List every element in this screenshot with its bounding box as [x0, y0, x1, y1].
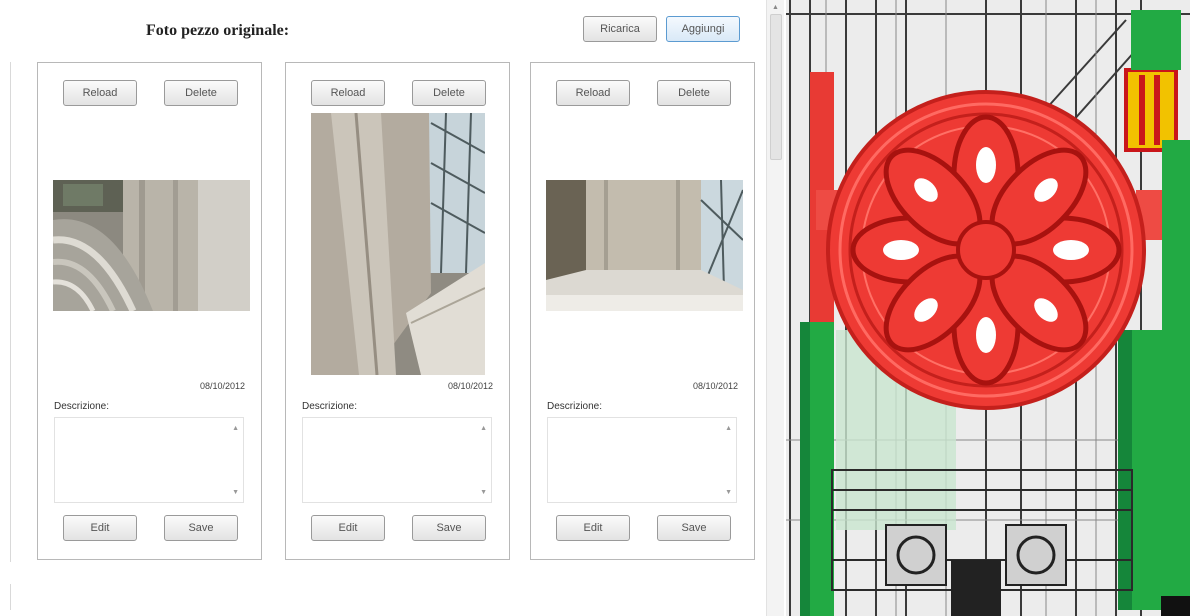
vertical-scrollbar[interactable]: ▲: [766, 0, 784, 616]
delete-button[interactable]: Delete: [657, 80, 731, 106]
photo-thumbnail[interactable]: [546, 180, 743, 311]
description-label: Descrizione:: [302, 401, 358, 412]
panel-left-rule: [10, 62, 11, 562]
photo-date: 08/10/2012: [692, 381, 738, 391]
scrollbar-thumb[interactable]: [770, 14, 782, 160]
photo-card-1: Reload Delete 08/10/2012 Descrizione: ▲ …: [37, 62, 262, 560]
photo-thumbnail[interactable]: [53, 180, 250, 311]
description-label: Descrizione:: [547, 401, 603, 412]
description-input[interactable]: [54, 417, 244, 503]
photo-date: 08/10/2012: [447, 381, 493, 391]
textarea-scroll-down-icon[interactable]: ▼: [480, 489, 487, 496]
textarea-scroll-up-icon[interactable]: ▲: [480, 425, 487, 432]
reload-button[interactable]: Reload: [63, 80, 137, 106]
textarea-scroll-down-icon[interactable]: ▼: [725, 489, 732, 496]
textarea-scroll-up-icon[interactable]: ▲: [232, 425, 239, 432]
description-input[interactable]: [547, 417, 737, 503]
refresh-button[interactable]: Ricarica: [583, 16, 657, 42]
description-input[interactable]: [302, 417, 492, 503]
delete-button[interactable]: Delete: [164, 80, 238, 106]
description-label: Descrizione:: [54, 401, 110, 412]
save-button[interactable]: Save: [412, 515, 486, 541]
scroll-up-icon[interactable]: ▲: [772, 4, 779, 11]
edit-button[interactable]: Edit: [311, 515, 385, 541]
delete-button[interactable]: Delete: [412, 80, 486, 106]
reload-button[interactable]: Reload: [556, 80, 630, 106]
edit-button[interactable]: Edit: [556, 515, 630, 541]
edit-button[interactable]: Edit: [63, 515, 137, 541]
textarea-scroll-up-icon[interactable]: ▲: [725, 425, 732, 432]
photo-thumbnail[interactable]: [311, 113, 485, 375]
photo-panel: Foto pezzo originale: Ricarica Aggiungi …: [0, 0, 760, 616]
photo-date: 08/10/2012: [199, 381, 245, 391]
textarea-scroll-down-icon[interactable]: ▼: [232, 489, 239, 496]
reload-button[interactable]: Reload: [311, 80, 385, 106]
photo-card-2: Reload Delete 08/10/2012 Descrizione: ▲ …: [285, 62, 510, 560]
panel-title: Foto pezzo originale:: [146, 22, 290, 39]
photo-card-3: Reload Delete 08/10/2012 Descrizione: ▲ …: [530, 62, 755, 560]
add-button[interactable]: Aggiungi: [666, 16, 740, 42]
save-button[interactable]: Save: [164, 515, 238, 541]
save-button[interactable]: Save: [657, 515, 731, 541]
3d-model-viewport[interactable]: [786, 0, 1190, 616]
panel-left-rule-bottom: [10, 584, 11, 610]
